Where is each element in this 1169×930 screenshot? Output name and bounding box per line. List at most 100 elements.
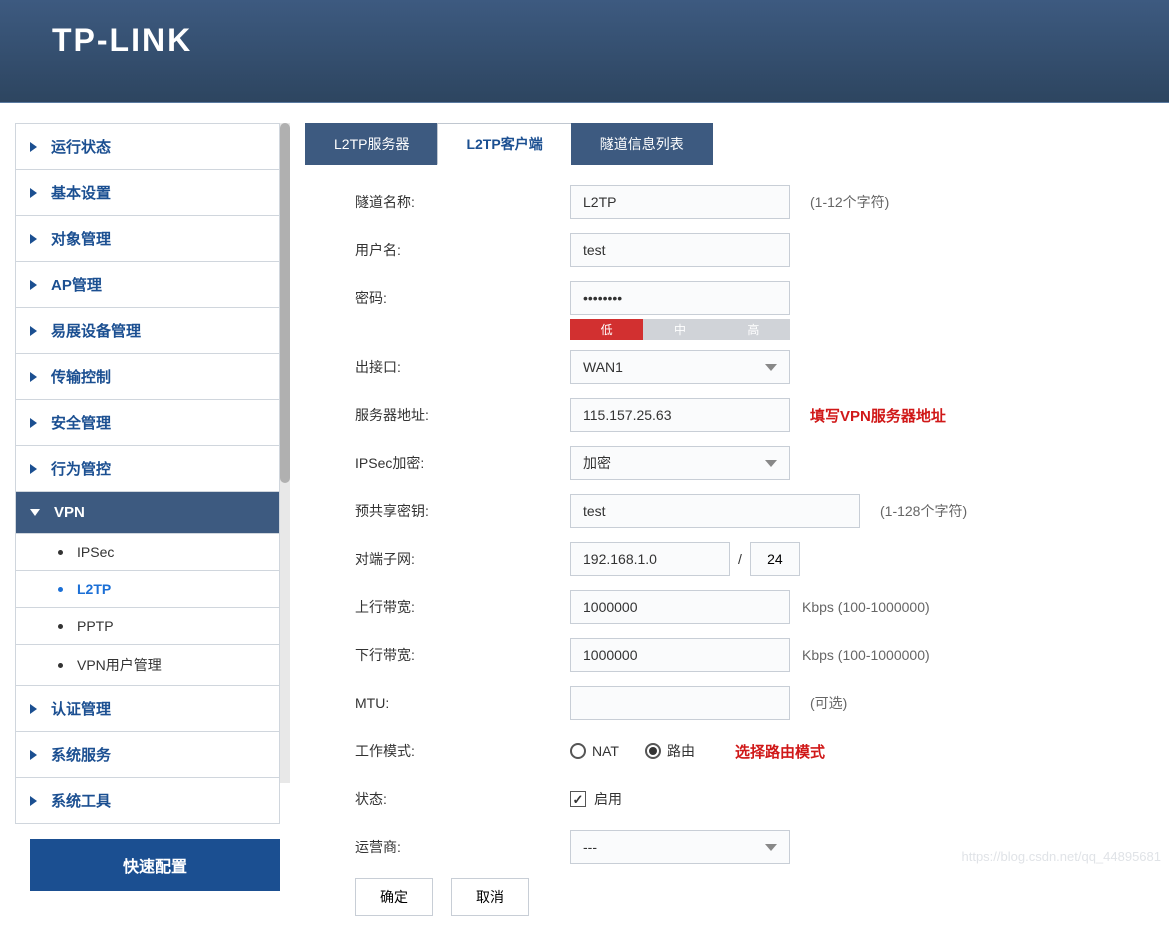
- ok-button[interactable]: 确定: [355, 878, 433, 916]
- sidebar: 运行状态 基本设置 对象管理 AP管理 易展设备管理 传输控制 安全管理 行为管…: [0, 103, 280, 930]
- tab-l2tp-server[interactable]: L2TP服务器: [305, 123, 438, 165]
- radio-checked-icon: [645, 743, 661, 759]
- caret-right-icon: [30, 418, 37, 428]
- nav-mesh[interactable]: 易展设备管理: [16, 308, 279, 354]
- interface-label: 出接口:: [355, 357, 570, 377]
- quick-config-button[interactable]: 快速配置: [30, 839, 280, 891]
- nav-label: 运行状态: [51, 136, 111, 157]
- main-content: L2TP服务器 L2TP客户端 隧道信息列表 隧道名称: (1-12个字符) 用…: [290, 103, 1169, 930]
- caret-right-icon: [30, 280, 37, 290]
- mtu-hint: (可选): [810, 693, 847, 713]
- sub-ipsec[interactable]: IPSec: [16, 534, 279, 571]
- nav-label: 认证管理: [51, 698, 111, 719]
- sub-label: IPSec: [77, 544, 114, 560]
- dot-icon: [58, 587, 63, 592]
- mode-nat-option[interactable]: NAT: [570, 743, 619, 759]
- caret-right-icon: [30, 188, 37, 198]
- caret-right-icon: [30, 142, 37, 152]
- nav-label: 基本设置: [51, 182, 111, 203]
- password-strength: 低 中 高: [570, 319, 790, 340]
- psk-hint: (1-128个字符): [880, 501, 967, 521]
- peer-subnet-label: 对端子网:: [355, 549, 570, 569]
- mode-annotation: 选择路由模式: [735, 741, 825, 762]
- caret-right-icon: [30, 372, 37, 382]
- brand-logo: TP-LINK: [0, 0, 1169, 59]
- tunnel-name-hint: (1-12个字符): [810, 192, 889, 212]
- chevron-down-icon: [765, 844, 777, 851]
- up-bw-label: 上行带宽:: [355, 597, 570, 617]
- radio-icon: [570, 743, 586, 759]
- interface-select[interactable]: WAN1: [570, 350, 790, 384]
- sub-label: VPN用户管理: [77, 655, 162, 675]
- nav-status[interactable]: 运行状态: [16, 124, 279, 170]
- password-label: 密码:: [355, 288, 570, 308]
- caret-right-icon: [30, 464, 37, 474]
- tab-tunnel-list[interactable]: 隧道信息列表: [571, 123, 713, 165]
- cancel-button[interactable]: 取消: [451, 878, 529, 916]
- nav-tools[interactable]: 系统工具: [16, 778, 279, 824]
- checkbox-checked-icon: [570, 791, 586, 807]
- mode-route-option[interactable]: 路由: [645, 741, 695, 761]
- sub-vpn-users[interactable]: VPN用户管理: [16, 645, 279, 686]
- nav-services[interactable]: 系统服务: [16, 732, 279, 778]
- username-label: 用户名:: [355, 240, 570, 260]
- nav-security[interactable]: 安全管理: [16, 400, 279, 446]
- nav-vpn[interactable]: VPN: [16, 492, 279, 534]
- nav-label: VPN: [54, 504, 85, 521]
- scrollbar-thumb[interactable]: [280, 123, 290, 483]
- caret-right-icon: [30, 704, 37, 714]
- ipsec-value: 加密: [583, 453, 611, 473]
- sub-pptp[interactable]: PPTP: [16, 608, 279, 645]
- nav-label: 行为管控: [51, 458, 111, 479]
- mtu-input[interactable]: [570, 686, 790, 720]
- down-bw-input[interactable]: [570, 638, 790, 672]
- isp-value: ---: [583, 839, 597, 855]
- nav-behavior[interactable]: 行为管控: [16, 446, 279, 492]
- sub-label: L2TP: [77, 581, 111, 597]
- nav-label: 传输控制: [51, 366, 111, 387]
- nav-object[interactable]: 对象管理: [16, 216, 279, 262]
- strength-low: 低: [570, 319, 643, 340]
- server-addr-label: 服务器地址:: [355, 405, 570, 425]
- tunnel-name-input[interactable]: [570, 185, 790, 219]
- mode-label: 工作模式:: [355, 741, 570, 761]
- nav-ap[interactable]: AP管理: [16, 262, 279, 308]
- strength-mid: 中: [643, 319, 716, 340]
- password-input[interactable]: [570, 281, 790, 315]
- nav-basic[interactable]: 基本设置: [16, 170, 279, 216]
- up-bw-input[interactable]: [570, 590, 790, 624]
- chevron-down-icon: [765, 460, 777, 467]
- peer-mask-input[interactable]: [750, 542, 800, 576]
- isp-label: 运营商:: [355, 837, 570, 857]
- strength-high: 高: [717, 319, 790, 340]
- isp-select[interactable]: ---: [570, 830, 790, 864]
- l2tp-client-form: 隧道名称: (1-12个字符) 用户名: 密码: 低 中 高 出接口: WAN1: [305, 165, 1169, 916]
- header: TP-LINK: [0, 0, 1169, 103]
- server-addr-input[interactable]: [570, 398, 790, 432]
- ipsec-select[interactable]: 加密: [570, 446, 790, 480]
- dot-icon: [58, 624, 63, 629]
- mtu-label: MTU:: [355, 695, 570, 711]
- tabs: L2TP服务器 L2TP客户端 隧道信息列表: [305, 123, 1169, 165]
- nav-label: 系统服务: [51, 744, 111, 765]
- status-enable-checkbox[interactable]: 启用: [570, 789, 622, 809]
- nav-transmission[interactable]: 传输控制: [16, 354, 279, 400]
- caret-right-icon: [30, 234, 37, 244]
- sub-l2tp[interactable]: L2TP: [16, 571, 279, 608]
- caret-right-icon: [30, 326, 37, 336]
- subnet-separator: /: [738, 551, 742, 567]
- tab-l2tp-client[interactable]: L2TP客户端: [437, 123, 571, 165]
- server-addr-annotation: 填写VPN服务器地址: [810, 405, 946, 426]
- up-bw-hint: Kbps (100-1000000): [802, 599, 930, 615]
- sub-label: PPTP: [77, 618, 114, 634]
- status-label: 状态:: [355, 789, 570, 809]
- username-input[interactable]: [570, 233, 790, 267]
- nav-label: 系统工具: [51, 790, 111, 811]
- nav-label: 易展设备管理: [51, 320, 141, 341]
- nav-auth[interactable]: 认证管理: [16, 686, 279, 732]
- peer-subnet-input[interactable]: [570, 542, 730, 576]
- down-bw-label: 下行带宽:: [355, 645, 570, 665]
- psk-input[interactable]: [570, 494, 860, 528]
- sidebar-scrollbar[interactable]: [280, 123, 290, 783]
- nav-label: 安全管理: [51, 412, 111, 433]
